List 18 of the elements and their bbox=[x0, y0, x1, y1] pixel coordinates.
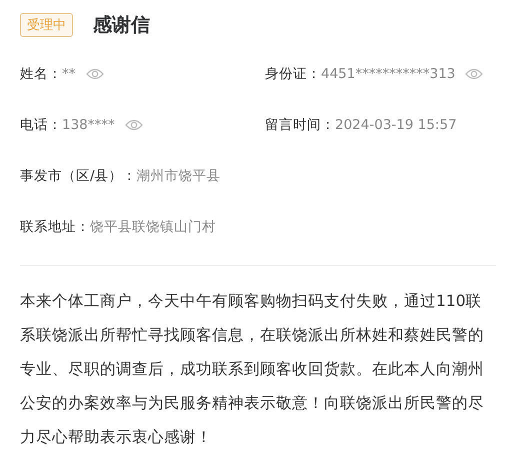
field-value: 138**** bbox=[62, 116, 115, 132]
field-label: 留言时间： bbox=[265, 116, 335, 134]
field-label: 姓名： bbox=[20, 64, 62, 82]
status-badge: 受理中 bbox=[20, 13, 73, 37]
field-label: 身份证： bbox=[265, 64, 321, 82]
eye-icon[interactable] bbox=[86, 68, 104, 80]
field-label: 电话： bbox=[20, 116, 62, 134]
message-text: 本来个体工商户，今天中午有顾客购物扫码支付失败，通过110联系联饶派出所帮忙寻找顾客信息，在联饶派出所林姓和蔡姓民警的专业、尽职的调查后，成功联系到顾客收回货款。在此本人向潮州公安的办案效率与为民服务精神表示敬意！向联饶派出所民警的尽力尽心帮助表示衷心感谢！ bbox=[20, 291, 485, 448]
field-label: 联系地址： bbox=[20, 218, 90, 236]
eye-icon[interactable] bbox=[124, 118, 143, 130]
field-value: ** bbox=[62, 66, 76, 82]
eye-icon[interactable] bbox=[465, 68, 484, 80]
field-value: 2024-03-19 15:57 bbox=[335, 116, 457, 132]
field-value: 饶平县联饶镇山门村 bbox=[90, 218, 216, 236]
field-label: 事发市（区/县）： bbox=[20, 166, 137, 184]
field-value: 4451***********313 bbox=[321, 66, 456, 82]
field-value: 潮州市饶平县 bbox=[136, 166, 221, 184]
letter-title: 感谢信 bbox=[93, 13, 150, 38]
